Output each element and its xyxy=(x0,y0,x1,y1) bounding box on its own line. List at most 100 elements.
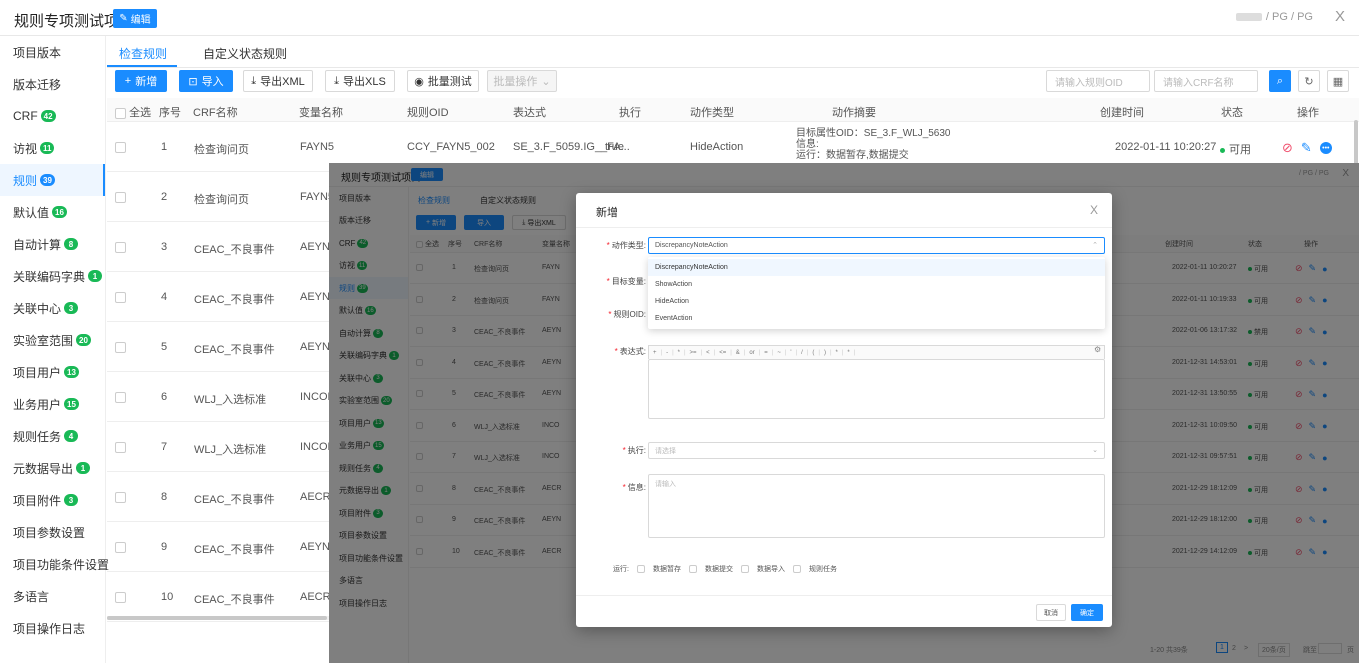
rule-oid-search-input[interactable]: 请输入规则OID xyxy=(1046,70,1150,92)
import-button[interactable]: ⊡ 导入 xyxy=(179,70,233,92)
chevron-down-icon: ⌄ xyxy=(1092,447,1098,454)
play-icon: ◉ xyxy=(414,75,424,88)
sidebar-item-8[interactable]: 关联中心 3 xyxy=(0,292,105,324)
row-checkbox[interactable] xyxy=(115,391,126,403)
cancel-button[interactable]: 取消 xyxy=(1036,604,1066,621)
row-checkbox[interactable] xyxy=(115,441,126,453)
option-hide-action[interactable]: HideAction xyxy=(648,293,1105,310)
checkbox[interactable] xyxy=(115,541,126,553)
operator-button[interactable]: * xyxy=(678,350,680,356)
operator-button[interactable]: & xyxy=(736,350,740,356)
column-settings-button[interactable]: ▦ xyxy=(1327,70,1349,92)
checkbox[interactable] xyxy=(115,141,126,153)
tab-custom-status-rules[interactable]: 自定义状态规则 xyxy=(203,45,287,62)
run-submit-checkbox[interactable] xyxy=(688,565,697,573)
operator-button[interactable]: ) xyxy=(824,350,826,356)
sidebar-item-3[interactable]: 访视 11 xyxy=(0,132,105,164)
batch-ops-dropdown[interactable]: 批量操作 ⌄ xyxy=(487,70,557,92)
refresh-button[interactable]: ↻ xyxy=(1298,70,1320,92)
sidebar-item-18[interactable]: 项目操作日志 xyxy=(0,612,105,644)
option-show-action[interactable]: ShowAction xyxy=(648,276,1105,293)
download-icon: ⤓ xyxy=(251,74,257,87)
info-textarea[interactable]: 请输入 xyxy=(648,474,1105,538)
tab-check-rules[interactable]: 检查规则 xyxy=(119,45,167,62)
sidebar-item-7[interactable]: 关联编码字典 1 xyxy=(0,260,105,292)
row-checkbox[interactable] xyxy=(115,241,126,253)
sidebar-item-4[interactable]: 规则 39 xyxy=(0,164,105,196)
checkbox[interactable] xyxy=(115,191,126,203)
operator-button[interactable]: < xyxy=(706,350,710,356)
run-rule-task-checkbox[interactable] xyxy=(792,565,801,573)
row-checkbox[interactable] xyxy=(115,591,126,603)
refresh-icon: ↻ xyxy=(1304,75,1314,88)
search-button[interactable]: ⌕ xyxy=(1269,70,1291,92)
row-checkbox[interactable] xyxy=(115,141,126,153)
operator-button[interactable]: >= xyxy=(690,350,697,356)
dialog-close-icon[interactable]: X xyxy=(1090,203,1098,217)
checkbox[interactable] xyxy=(115,491,126,503)
sidebar-item-15[interactable]: 项目参数设置 xyxy=(0,516,105,548)
run-save-draft-checkbox[interactable] xyxy=(636,565,645,573)
sidebar-item-1[interactable]: 版本迁移 xyxy=(0,68,105,100)
operator-button[interactable]: * xyxy=(847,350,849,356)
operator-button[interactable]: ' xyxy=(790,350,791,356)
edit-project-button[interactable]: ✎ 编辑 xyxy=(113,9,157,28)
sidebar-item-5[interactable]: 默认值 16 xyxy=(0,196,105,228)
close-icon[interactable]: X xyxy=(1335,8,1345,25)
scrollbar-thumb[interactable] xyxy=(107,616,327,620)
operator-button[interactable]: * xyxy=(836,350,838,356)
operator-button[interactable]: / xyxy=(801,350,803,356)
run-import-checkbox[interactable] xyxy=(740,565,749,573)
row-checkbox[interactable] xyxy=(115,491,126,503)
more-icon[interactable]: ••• xyxy=(1319,142,1332,154)
row-checkbox[interactable] xyxy=(115,291,126,303)
confirm-button[interactable]: 确定 xyxy=(1071,604,1103,621)
settings-icon[interactable]: ⚙ xyxy=(1094,345,1101,354)
checkbox[interactable] xyxy=(115,441,126,453)
option-discrepancy-note-action[interactable]: DiscrepancyNoteAction xyxy=(648,259,1105,276)
select-all[interactable]: 全选 xyxy=(115,104,151,120)
sidebar-item-11[interactable]: 业务用户 15 xyxy=(0,388,105,420)
plus-icon: + xyxy=(124,75,132,87)
checkbox[interactable] xyxy=(115,391,126,403)
crf-name-search-input[interactable]: 请输入CRF名称 xyxy=(1154,70,1258,92)
sidebar-item-label: 规则 xyxy=(13,173,38,188)
operator-button[interactable]: <= xyxy=(719,350,726,356)
execute-select[interactable]: 请选择 ⌄ xyxy=(648,442,1105,459)
add-button[interactable]: + 新增 xyxy=(115,70,167,92)
edit-icon[interactable]: ✎ xyxy=(1301,140,1312,156)
sidebar-item-16[interactable]: 项目功能条件设置 xyxy=(0,548,109,580)
operator-button[interactable]: ~ xyxy=(777,350,781,356)
row-checkbox[interactable] xyxy=(115,341,126,353)
export-xml-button[interactable]: ⤓ 导出XML xyxy=(243,70,313,92)
operator-button[interactable]: = xyxy=(764,350,768,356)
sidebar-item-9[interactable]: 实验室范围 20 xyxy=(0,324,105,356)
sidebar-item-17[interactable]: 多语言 xyxy=(0,580,105,612)
sidebar-item-10[interactable]: 项目用户 13 xyxy=(0,356,105,388)
row-checkbox[interactable] xyxy=(115,541,126,553)
checkbox[interactable] xyxy=(115,241,126,253)
operator-button[interactable]: or xyxy=(749,350,754,356)
sidebar-item-14[interactable]: 项目附件 3 xyxy=(0,484,105,516)
sidebar-item-6[interactable]: 自动计算 8 xyxy=(0,228,105,260)
row-checkbox[interactable] xyxy=(115,191,126,203)
select-all-checkbox[interactable] xyxy=(115,107,126,119)
info-label: * 信息: xyxy=(622,483,646,492)
sidebar-item-12[interactable]: 规则任务 4 xyxy=(0,420,105,452)
export-xls-button[interactable]: ⤓ 导出XLS xyxy=(325,70,395,92)
disable-icon[interactable]: ⊘ xyxy=(1282,140,1293,156)
checkbox[interactable] xyxy=(115,291,126,303)
checkbox[interactable] xyxy=(115,341,126,353)
sidebar-item-2[interactable]: CRF 42 xyxy=(0,100,105,132)
option-event-action[interactable]: EventAction xyxy=(648,310,1105,327)
action-type-select[interactable]: DiscrepancyNoteAction ⌃ xyxy=(648,237,1105,254)
sidebar-item-0[interactable]: 项目版本 xyxy=(0,36,105,68)
sidebar-item-label: 项目操作日志 xyxy=(13,621,86,636)
operator-button[interactable]: ( xyxy=(812,350,814,356)
sidebar-item-13[interactable]: 元数据导出 1 xyxy=(0,452,105,484)
operator-button[interactable]: + xyxy=(653,350,657,356)
checkbox[interactable] xyxy=(115,591,126,603)
operator-button[interactable]: - xyxy=(666,350,668,356)
expression-textarea[interactable] xyxy=(648,359,1105,419)
batch-test-button[interactable]: ◉ 批量测试 xyxy=(407,70,479,92)
